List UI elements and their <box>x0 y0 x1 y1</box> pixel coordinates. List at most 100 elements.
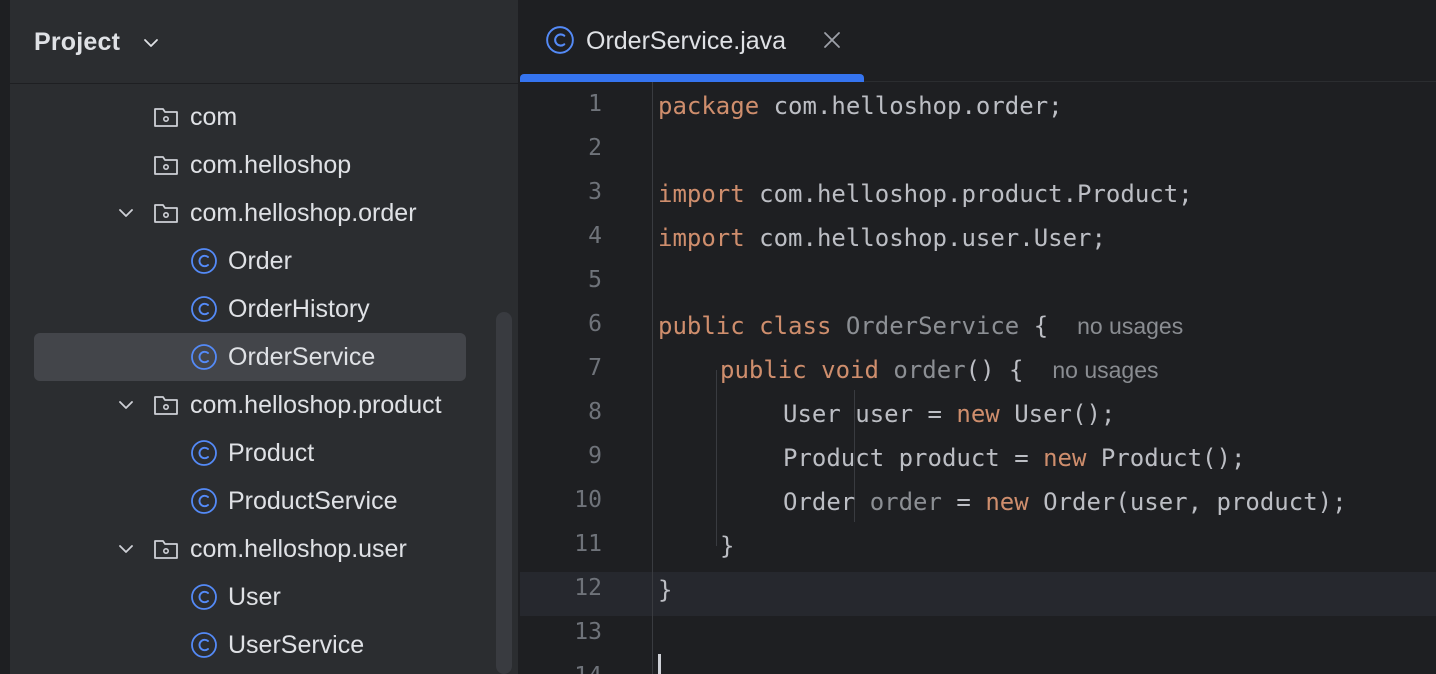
line-number: 8 <box>588 399 602 425</box>
tree-item-label: Order <box>228 247 292 275</box>
code-text: User user = <box>783 400 957 428</box>
tree-item-label: com.helloshop.product <box>190 391 442 419</box>
usage-hint[interactable]: no usages <box>1077 313 1183 339</box>
code-line: Product product = new Product(); <box>783 436 1245 480</box>
active-tab-indicator <box>520 74 864 82</box>
line-number: 3 <box>588 179 602 205</box>
class-icon <box>546 26 574 54</box>
keyword: package <box>658 92 760 120</box>
unused-variable: order <box>869 488 942 516</box>
code-line: package com.helloshop.order; <box>658 84 1063 128</box>
code-line: Order order = new Order(user, product); <box>783 480 1347 524</box>
tree-item-order-service[interactable]: OrderService <box>10 333 490 381</box>
code-text: = <box>941 488 986 516</box>
class-icon <box>191 584 217 610</box>
line-number: 5 <box>588 267 602 293</box>
code-area[interactable]: package com.helloshop.order; import com.… <box>658 82 1436 674</box>
method-name: order <box>893 356 966 384</box>
tree-item-label: OrderService <box>228 343 376 371</box>
class-icon <box>191 440 217 466</box>
tree-item-com-helloshop[interactable]: com.helloshop <box>10 141 490 189</box>
code-text: Product(); <box>1086 444 1246 472</box>
project-panel: Project com com.helloshop com.helloshop.… <box>10 0 518 674</box>
keyword: new <box>985 488 1029 516</box>
code-text: Order <box>783 488 870 516</box>
code-text: () { <box>965 356 1024 384</box>
class-icon <box>191 248 217 274</box>
tree-item-label: Product <box>228 439 315 467</box>
tree-item-label: OrderHistory <box>228 295 370 323</box>
project-scrollbar[interactable] <box>496 312 512 674</box>
chevron-down-icon[interactable] <box>116 539 136 559</box>
tree-item-label: com <box>190 103 238 131</box>
project-panel-header: Project <box>10 0 518 84</box>
package-folder-icon <box>154 396 178 415</box>
keyword: new <box>956 400 1000 428</box>
tree-item-com-helloshop-order[interactable]: com.helloshop.order <box>10 189 490 237</box>
project-panel-title[interactable]: Project <box>34 27 120 57</box>
chevron-down-icon[interactable] <box>116 203 136 223</box>
keyword: import <box>658 224 745 252</box>
tree-item-com-helloshop-user[interactable]: com.helloshop.user <box>10 525 490 573</box>
line-number: 10 <box>574 487 602 513</box>
keyword: class <box>759 312 832 340</box>
package-folder-icon <box>154 156 178 175</box>
tree-item-label: UserService <box>228 631 365 659</box>
tree-item-product-service[interactable]: ProductService <box>10 477 490 525</box>
tree-item-user-service[interactable]: UserService <box>10 621 490 669</box>
close-icon[interactable] <box>820 28 844 52</box>
code-text: Product product = <box>783 444 1044 472</box>
tree-item-com[interactable]: com <box>10 93 490 141</box>
indent-guide <box>716 370 717 546</box>
keyword: public <box>720 356 807 384</box>
code-text: Order(user, product); <box>1028 488 1347 516</box>
text-caret <box>658 654 661 674</box>
line-number: 11 <box>574 531 602 557</box>
editor-tab-bar: OrderService.java <box>520 0 1436 82</box>
class-name: OrderService <box>845 312 1020 340</box>
class-icon <box>191 344 217 370</box>
tree-item-com-helloshop-product[interactable]: com.helloshop.product <box>10 381 490 429</box>
code-line: } <box>658 576 673 604</box>
code-line: import com.helloshop.product.Product; <box>658 172 1193 216</box>
chevron-down-icon[interactable] <box>141 33 161 53</box>
code-line: public void order() { no usages <box>720 348 1159 392</box>
line-number: 7 <box>588 355 602 381</box>
tool-window-strip <box>0 0 10 674</box>
tree-item-label: com.helloshop <box>190 151 352 179</box>
tree-item-label: com.helloshop.order <box>190 199 417 227</box>
chevron-down-icon[interactable] <box>116 395 136 415</box>
code-text: com.helloshop.user.User; <box>744 224 1106 252</box>
tree-item-product[interactable]: Product <box>10 429 490 477</box>
code-line: User user = new User(); <box>783 392 1115 436</box>
package-folder-icon <box>154 108 178 127</box>
ide-window: Project com com.helloshop com.helloshop.… <box>0 0 1436 674</box>
class-icon <box>191 296 217 322</box>
class-icon <box>191 632 217 658</box>
code-text: User(); <box>999 400 1116 428</box>
tree-item-label: User <box>228 583 281 611</box>
tree-item-user[interactable]: User <box>10 573 490 621</box>
tree-item-order[interactable]: Order <box>10 237 490 285</box>
package-folder-icon <box>154 204 178 223</box>
tab-order-service-java[interactable]: OrderService.java <box>520 0 864 82</box>
package-folder-icon <box>154 540 178 559</box>
keyword: import <box>658 180 745 208</box>
line-number: 13 <box>574 619 602 645</box>
line-number: 12 <box>574 575 602 601</box>
code-text: com.helloshop.order; <box>759 92 1063 120</box>
line-number-gutter: 1 2 3 4 5 6 7 8 9 10 11 12 13 14 <box>520 82 652 674</box>
code-line: } <box>720 532 735 560</box>
line-number: 14 <box>522 654 602 674</box>
keyword: void <box>821 356 879 384</box>
tree-item-label: ProductService <box>228 487 398 515</box>
tree-item-label: com.helloshop.user <box>190 535 407 563</box>
keyword: new <box>1043 444 1087 472</box>
tree-item-order-history[interactable]: OrderHistory <box>10 285 490 333</box>
line-number: 9 <box>588 443 602 469</box>
line-number: 4 <box>588 223 602 249</box>
tab-label: OrderService.java <box>586 27 787 55</box>
code-line: public class OrderService { no usages <box>658 304 1183 348</box>
usage-hint[interactable]: no usages <box>1052 357 1158 383</box>
line-number: 2 <box>588 135 602 161</box>
